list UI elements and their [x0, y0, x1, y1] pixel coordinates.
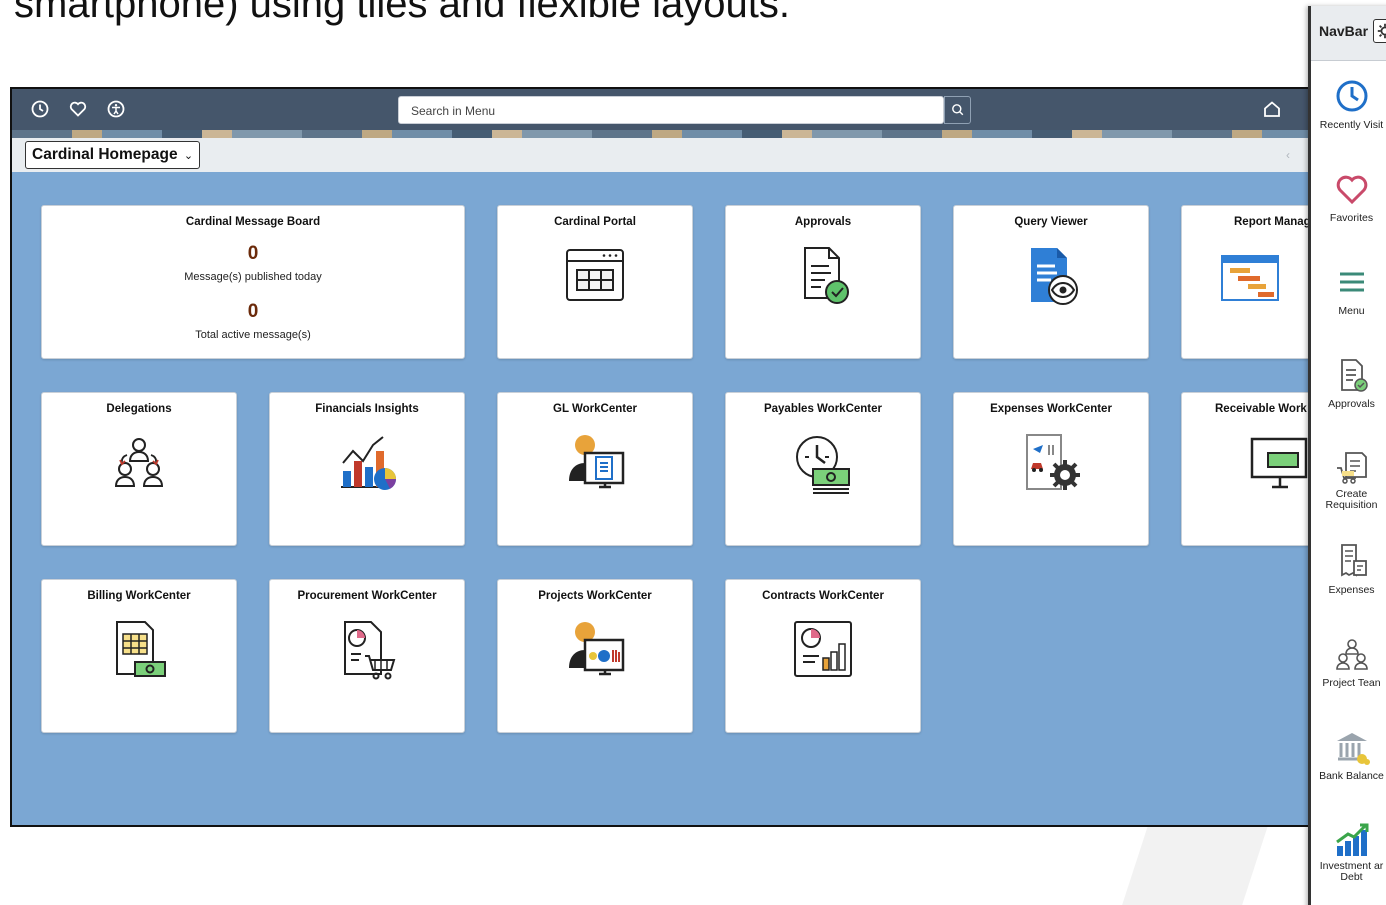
- tile-cardinal-portal[interactable]: Cardinal Portal: [497, 205, 693, 359]
- previous-page-icon[interactable]: ‹: [1286, 148, 1290, 162]
- tile-payables-workcenter[interactable]: Payables WorkCenter: [725, 392, 921, 546]
- tile-title: GL WorkCenter: [553, 403, 637, 415]
- navbar-item-bank-balance[interactable]: Bank Balance: [1311, 721, 1386, 811]
- project-team-icon: [1335, 639, 1368, 670]
- top-banner: Search in Menu: [12, 89, 1318, 130]
- navbar-item-label: Recently Visit: [1319, 119, 1384, 131]
- investment-chart-icon: [1335, 823, 1368, 856]
- published-count: 0: [247, 243, 259, 264]
- tile-title: Projects WorkCenter: [538, 590, 652, 602]
- slide-heading: smartphone) using tiles and flexible lay…: [14, 0, 790, 26]
- receivable-workcenter-icon: [1250, 437, 1308, 489]
- navbar-item-favorites[interactable]: Favorites: [1311, 163, 1386, 253]
- tile-title: Payables WorkCenter: [763, 403, 883, 415]
- gear-icon[interactable]: [1373, 19, 1386, 43]
- navbar-item-label: Bank Balance: [1319, 770, 1384, 782]
- navbar-item-project-team[interactable]: Project Tean: [1311, 628, 1386, 718]
- tile-title: Cardinal Portal: [554, 216, 636, 228]
- navbar-header: NavBar: [1311, 6, 1386, 61]
- navbar-item-approvals[interactable]: Approvals: [1311, 349, 1386, 439]
- tile-title: Delegations: [106, 403, 172, 415]
- homepage-selector[interactable]: Cardinal Homepage ⌄: [25, 141, 201, 169]
- tile-title: Expenses WorkCenter: [990, 403, 1112, 415]
- navbar-item-label: Menu: [1338, 305, 1365, 317]
- tile-approvals[interactable]: Approvals: [725, 205, 921, 359]
- expenses-workcenter-icon: [1026, 434, 1080, 490]
- navbar-item-create-requisition[interactable]: Create Requisition: [1311, 442, 1386, 532]
- home-icon[interactable]: [1262, 99, 1282, 119]
- contracts-workcenter-icon: [794, 621, 852, 677]
- navbar-item-label: Project Tean: [1322, 677, 1381, 689]
- delegations-icon: [114, 438, 164, 487]
- published-label: Message(s) published today: [184, 271, 322, 283]
- search-icon: [952, 104, 964, 116]
- active-count: 0: [247, 301, 259, 322]
- tile-financials-insights[interactable]: Financials Insights: [269, 392, 465, 546]
- approval-document-icon: [804, 247, 849, 304]
- search-button[interactable]: [944, 96, 971, 124]
- menu-icon: [1339, 272, 1364, 292]
- favorites-icon[interactable]: [68, 99, 88, 119]
- navbar-item-label: Investment ar Debt: [1319, 860, 1384, 883]
- active-label: Total active message(s): [195, 329, 311, 341]
- tile-title: Receivable Work: [1215, 403, 1307, 415]
- tile-title: Query Viewer: [1014, 216, 1088, 228]
- expenses-receipt-icon: [1340, 544, 1367, 577]
- tile-query-viewer[interactable]: Query Viewer: [953, 205, 1149, 359]
- tile-title: Billing WorkCenter: [87, 590, 191, 602]
- tile-title: Contracts WorkCenter: [762, 590, 884, 602]
- tile-title: Cardinal Message Board: [185, 216, 321, 228]
- search-input[interactable]: Search in Menu: [398, 96, 944, 124]
- navbar-title: NavBar: [1319, 23, 1369, 39]
- navbar-panel: NavBar Recently Visit Favorites Menu App…: [1308, 6, 1386, 905]
- homepage-bar: Cardinal Homepage ⌄ ‹: [12, 138, 1318, 172]
- navbar-item-investment-debt[interactable]: Investment ar Debt: [1311, 814, 1386, 904]
- tile-cardinal-message-board[interactable]: Cardinal Message Board 0 Message(s) publ…: [41, 205, 465, 359]
- billing-workcenter-icon: [116, 621, 166, 677]
- tile-receivable-workcenter[interactable]: Receivable Work: [1181, 392, 1318, 546]
- tile-expenses-workcenter[interactable]: Expenses WorkCenter: [953, 392, 1149, 546]
- tile-title: Approvals: [794, 216, 852, 228]
- tile-projects-workcenter[interactable]: Projects WorkCenter: [497, 579, 693, 733]
- app-window: Search in Menu Cardinal Homepage ⌄ ‹ Car…: [10, 87, 1320, 827]
- heart-icon: [1336, 175, 1367, 205]
- tile-delegations[interactable]: Delegations: [41, 392, 237, 546]
- accessibility-icon[interactable]: [106, 99, 126, 119]
- approvals-icon: [1340, 359, 1368, 392]
- payables-workcenter-icon: [796, 436, 850, 494]
- navbar-item-label: Approvals: [1328, 398, 1375, 410]
- homepage-label: Cardinal Homepage: [32, 146, 178, 163]
- projects-workcenter-icon: [569, 622, 625, 676]
- report-manager-icon: [1221, 255, 1279, 301]
- chevron-down-icon: ⌄: [183, 150, 194, 162]
- recent-icon[interactable]: [30, 99, 50, 119]
- tile-report-manager[interactable]: Report Manag: [1181, 205, 1318, 359]
- requisition-cart-icon: [1336, 452, 1367, 484]
- financial-insights-icon: [341, 436, 396, 490]
- tile-contracts-workcenter[interactable]: Contracts WorkCenter: [725, 579, 921, 733]
- clock-icon: [1336, 80, 1367, 112]
- navbar-item-label: Create Requisition: [1325, 488, 1378, 511]
- bank-icon: [1336, 733, 1370, 765]
- tile-procurement-workcenter[interactable]: Procurement WorkCenter: [269, 579, 465, 733]
- navbar-item-expenses[interactable]: Expenses: [1311, 535, 1386, 625]
- tile-gl-workcenter[interactable]: GL WorkCenter: [497, 392, 693, 546]
- banner-pattern: [12, 130, 1318, 138]
- navbar-item-recently-visited[interactable]: Recently Visit: [1311, 70, 1386, 160]
- tile-billing-workcenter[interactable]: Billing WorkCenter: [41, 579, 237, 733]
- navbar-item-label: Favorites: [1329, 212, 1374, 224]
- query-viewer-icon: [1031, 248, 1078, 305]
- portal-window-icon: [566, 249, 624, 301]
- tile-title: Procurement WorkCenter: [297, 590, 437, 602]
- gl-workcenter-icon: [569, 435, 625, 489]
- tile-title: Financials Insights: [315, 403, 419, 415]
- navbar-item-label: Expenses: [1328, 584, 1375, 596]
- procurement-workcenter-icon: [344, 621, 396, 680]
- navbar-item-menu[interactable]: Menu: [1311, 256, 1386, 346]
